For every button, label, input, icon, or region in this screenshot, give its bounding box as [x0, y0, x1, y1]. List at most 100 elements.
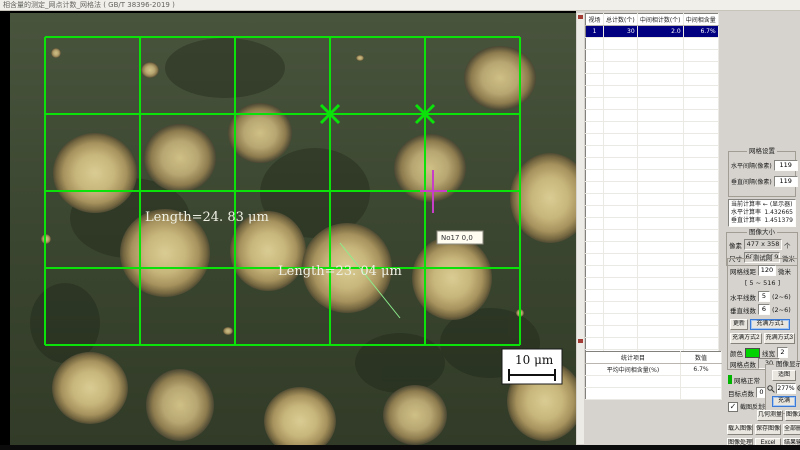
- table-row[interactable]: [586, 122, 719, 134]
- h-spacing-input[interactable]: [774, 160, 798, 171]
- fit-image-button[interactable]: 适图: [772, 370, 796, 381]
- cell-phase-count: 2.0: [637, 26, 683, 38]
- table-row[interactable]: [586, 254, 719, 266]
- h-lines-label: 水平线数: [730, 292, 756, 302]
- result-output-button[interactable]: 结果输出: [783, 438, 800, 445]
- save-image-button[interactable]: 保存图像: [755, 424, 781, 435]
- point-tooltip: No17 0,0: [437, 231, 483, 244]
- grid-settings-group: 网格设置 水平间隔(像素) 垂直间隔(像素): [728, 151, 796, 197]
- grid-color-swatch[interactable]: [745, 348, 760, 358]
- table-row[interactable]: [586, 158, 719, 170]
- table-row[interactable]: [586, 98, 719, 110]
- cell-phase-content: 6.7%: [683, 26, 718, 38]
- v-lines-range: (2~6): [772, 306, 791, 314]
- table-row[interactable]: [586, 62, 719, 74]
- table-row[interactable]: [586, 38, 719, 50]
- field-table-header: 视场 总计数(个) 中间相计数(个) 中间相含量: [586, 14, 719, 26]
- scroll-marker[interactable]: [578, 15, 583, 19]
- delete-all-button[interactable]: 全部删除: [783, 424, 800, 435]
- fill-mode3-button[interactable]: 充满方式3: [764, 333, 796, 344]
- table-row[interactable]: [586, 146, 719, 158]
- zoom-out-icon[interactable]: [767, 385, 775, 393]
- fill-mode1-button[interactable]: 充满方式1: [750, 319, 790, 330]
- status-ok-icon: [728, 375, 732, 384]
- col-stat-item: 统计项目: [586, 352, 681, 364]
- v-lines-input[interactable]: [758, 304, 770, 315]
- measurement-label-2: Length=23. 04 μm: [278, 264, 402, 279]
- pixel-value: 477 x 358: [744, 239, 782, 250]
- v-spacing-input[interactable]: [774, 176, 798, 187]
- image-process-button[interactable]: 图像处理: [727, 438, 753, 445]
- table-row[interactable]: [586, 314, 719, 326]
- empty-rows: [586, 376, 722, 400]
- image-size-title: 图像大小: [747, 229, 777, 236]
- image-trace-button[interactable]: 图像追踪: [785, 410, 800, 421]
- micrograph-image[interactable]: Length=24. 83 μm Length=23. 04 μm No17 0…: [10, 13, 576, 445]
- table-row[interactable]: [586, 170, 719, 182]
- scale-bar: 10 μm: [502, 349, 562, 384]
- scale-bar-label: 10 μm: [515, 353, 554, 367]
- calibration-current: 当前计算率 ← (显示器): [731, 201, 793, 209]
- table-row[interactable]: [586, 182, 719, 194]
- control-column: 网格设置 水平间隔(像素) 垂直间隔(像素) 当前计算率 ← (显示器) 水平计…: [725, 11, 800, 445]
- table-row[interactable]: [586, 194, 719, 206]
- table-row[interactable]: [586, 74, 719, 86]
- fill-view-button[interactable]: 充满: [772, 396, 796, 407]
- empty-rows: [586, 38, 719, 374]
- v-spacing-label: 垂直间隔(像素): [731, 177, 772, 186]
- update-button[interactable]: 更新: [730, 319, 748, 330]
- window-title: 相含量的测定_网点计数_网格法 ( GB/T 38396-2019 ): [3, 1, 175, 9]
- test-grid-title: 测试网: [751, 255, 775, 262]
- table-row[interactable]: [586, 388, 722, 400]
- fill-mode2-button[interactable]: 充满方式2: [730, 333, 762, 344]
- excel-export-button[interactable]: Excel: [755, 438, 781, 445]
- table-row[interactable]: 平均中间相含量(%) 6.7%: [586, 364, 722, 376]
- col-phase-content: 中间相含量: [683, 14, 718, 26]
- bottom-bar: [0, 445, 800, 450]
- cell-stat-value: 6.7%: [681, 364, 722, 376]
- h-spacing-label: 水平间隔(像素): [731, 161, 772, 170]
- cell-field: 1: [586, 26, 604, 38]
- table-row[interactable]: [586, 242, 719, 254]
- table-row[interactable]: [586, 50, 719, 62]
- geometry-measure-button[interactable]: 几何测量: [757, 410, 783, 421]
- table-row[interactable]: [586, 86, 719, 98]
- target-points-label: 目标点数: [728, 388, 754, 398]
- table-row[interactable]: [586, 290, 719, 302]
- micrograph-view[interactable]: Length=24. 83 μm Length=23. 04 μm No17 0…: [10, 13, 576, 445]
- col-total-count: 总计数(个): [604, 14, 638, 26]
- load-image-button[interactable]: 载入图像: [727, 424, 753, 435]
- grid-color-label: 颜色: [730, 348, 743, 358]
- table-row[interactable]: [586, 326, 719, 338]
- grid-spacing-input[interactable]: [758, 265, 776, 276]
- line-width-input[interactable]: [777, 347, 788, 358]
- table-row[interactable]: [586, 376, 722, 388]
- image-display-title: 图像显示: [774, 361, 800, 368]
- test-grid-group: 测试网 网格线距 微米 [ 5 ~ 516 ] 水平线数 (2~6) 垂直线数 …: [727, 258, 798, 370]
- table-row[interactable]: [586, 302, 719, 314]
- cell-stat-item: 平均中间相含量(%): [586, 364, 681, 376]
- col-phase-count: 中间相计数(个): [637, 14, 683, 26]
- zoom-level-input[interactable]: [776, 383, 796, 394]
- table-row[interactable]: [586, 230, 719, 242]
- h-cal-value: 1.432665: [764, 209, 793, 217]
- grid-status-text: 网格正常: [734, 375, 760, 385]
- table-row[interactable]: [586, 206, 719, 218]
- image-display-group: 图像显示 适图 充满: [765, 364, 800, 414]
- h-lines-input[interactable]: [758, 291, 770, 302]
- table-row[interactable]: [586, 266, 719, 278]
- table-row[interactable]: [586, 278, 719, 290]
- scroll-marker[interactable]: [578, 339, 583, 343]
- h-lines-range: (2~6): [772, 293, 791, 301]
- h-cal-label: 水平计算率: [731, 209, 761, 217]
- table-row[interactable]: [586, 218, 719, 230]
- table-row-selected[interactable]: 1 30 2.0 6.7%: [586, 26, 719, 38]
- trace-checkbox[interactable]: ✓: [728, 402, 738, 412]
- table-row[interactable]: [586, 338, 719, 350]
- scrollbar-strip[interactable]: [577, 13, 584, 444]
- calibration-box: 当前计算率 ← (显示器) 水平计算率 1.432665 垂直计算率 1.451…: [728, 199, 796, 227]
- table-row[interactable]: [586, 110, 719, 122]
- point-tooltip-text: No17 0,0: [441, 234, 473, 242]
- col-field: 视场: [586, 14, 604, 26]
- table-row[interactable]: [586, 134, 719, 146]
